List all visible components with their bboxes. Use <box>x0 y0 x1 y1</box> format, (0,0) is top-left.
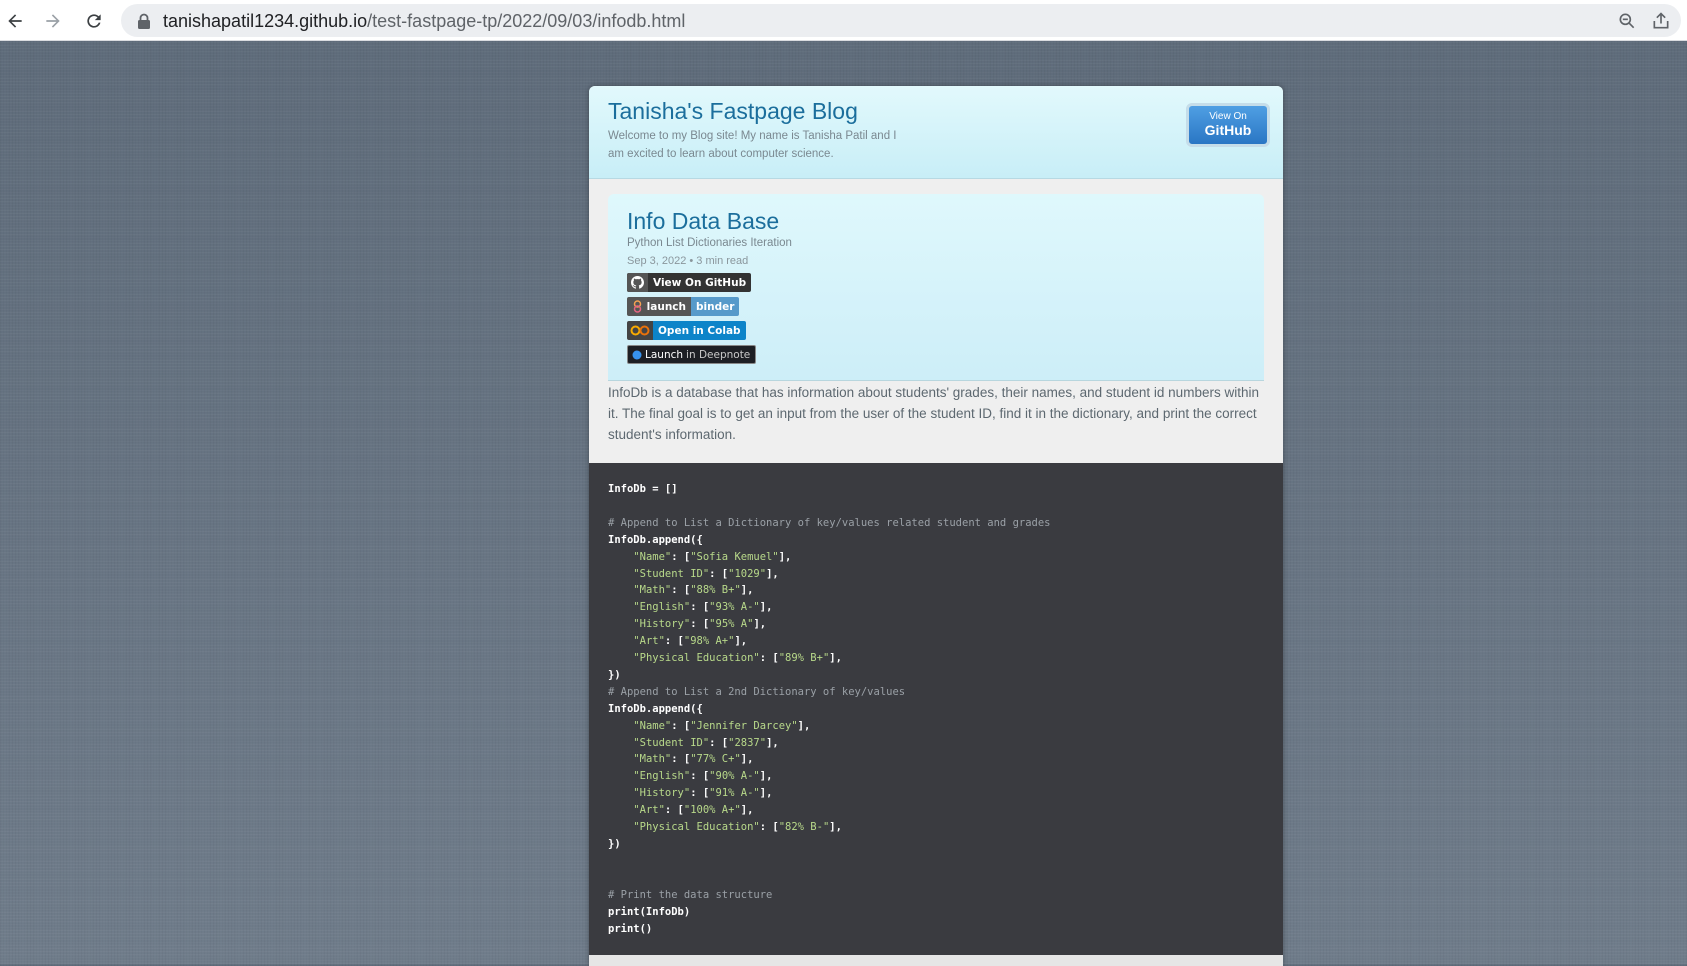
code-line: "Student ID": ["2837"], <box>633 736 779 749</box>
url-path: /test-fastpage-tp/2022/09/03/infodb.html <box>367 11 686 31</box>
github-button-small-label: View On <box>1209 111 1247 122</box>
forward-button[interactable] <box>40 8 66 34</box>
code-line: "English": ["90% A-"], <box>633 770 773 783</box>
reload-icon <box>87 14 101 28</box>
post-meta: Sep 3, 2022 • 3 min read <box>627 255 749 267</box>
colab-icon <box>627 321 653 340</box>
binder-icon <box>633 300 642 313</box>
code-line: "Student ID": ["1029"], <box>633 567 779 580</box>
lock-icon <box>138 13 150 29</box>
code-line: print(InfoDb) <box>608 905 691 918</box>
binder-left: launch <box>627 297 691 316</box>
share-icon[interactable] <box>1651 11 1671 31</box>
code-line: # Append to List a 2nd Dictionary of key… <box>608 685 906 698</box>
zoom-icon[interactable] <box>1617 11 1637 31</box>
launch-binder-badge[interactable]: launch binder <box>627 297 740 316</box>
code-line: InfoDb = [] <box>608 483 678 495</box>
page-container: Tanisha's Fastpage Blog Welcome to my Bl… <box>589 86 1283 966</box>
code-line: # Append to List a Dictionary of key/val… <box>608 516 1051 529</box>
code-line: "Math": ["77% C+"], <box>633 753 754 766</box>
code-cell: InfoDb = [] # Append to List a Dictionary… <box>589 463 1283 955</box>
code-line: }) <box>608 668 621 681</box>
code-line: InfoDb.append({ <box>608 533 703 546</box>
deepnote-left-label: Launch <box>645 348 684 361</box>
code-line: "Name": ["Jennifer Darcey"], <box>633 719 811 732</box>
site-header: Tanisha's Fastpage Blog Welcome to my Bl… <box>589 86 1283 179</box>
url-domain: tanishapatil1234.github.io <box>163 11 368 31</box>
forward-arrow-icon <box>46 14 60 28</box>
view-on-github-badge[interactable]: View On GitHub <box>627 273 752 292</box>
code-line: "Art": ["100% A+"], <box>633 804 754 817</box>
deepnote-right-label: in Deepnote <box>686 348 751 361</box>
code-line: "Art": ["98% A+"], <box>633 635 748 648</box>
code-line: "History": ["91% A-"], <box>633 787 773 800</box>
post-header: Info Data Base Python List Dictionaries … <box>608 194 1264 381</box>
open-in-colab-badge[interactable]: Open in Colab <box>627 321 746 340</box>
view-on-github-button[interactable]: View On GitHub <box>1186 103 1270 147</box>
github-icon <box>627 273 648 292</box>
site-title[interactable]: Tanisha's Fastpage Blog <box>608 98 858 125</box>
code-content: InfoDb = [] # Append to List a Dictionary… <box>608 481 1051 937</box>
output-divider <box>589 955 1283 966</box>
colab-badge-label: Open in Colab <box>653 321 746 340</box>
code-line: "English": ["93% A-"], <box>633 601 773 614</box>
github-button-big-label: GitHub <box>1204 122 1252 138</box>
site-description: Welcome to my Blog site! My name is Tani… <box>608 130 897 160</box>
launch-in-deepnote-badge[interactable]: Launch in Deepnote <box>627 345 757 364</box>
github-badge-label: View On GitHub <box>653 276 747 289</box>
code-line: print() <box>608 922 653 935</box>
code-line: "History": ["95% A"], <box>633 618 767 631</box>
code-line: # Print the data structure <box>608 888 773 901</box>
url-text: tanishapatil1234.github.io/test-fastpage… <box>163 11 685 32</box>
back-arrow-icon <box>8 14 22 28</box>
code-line: }) <box>608 838 621 851</box>
deepnote-icon <box>628 346 645 363</box>
back-button[interactable] <box>2 8 28 34</box>
binder-left-label: launch <box>646 300 686 313</box>
browser-toolbar: tanishapatil1234.github.io/test-fastpage… <box>0 0 1687 41</box>
post-description: Python List Dictionaries Iteration <box>627 237 792 249</box>
code-line: "Physical Education": ["82% B-"], <box>633 821 842 834</box>
post-intro: InfoDb is a database that has informatio… <box>608 385 1259 442</box>
code-line: InfoDb.append({ <box>608 702 703 715</box>
binder-right-label: binder <box>691 297 740 316</box>
post-title: Info Data Base <box>627 208 780 234</box>
code-line: "Physical Education": ["89% B+"], <box>633 652 842 665</box>
code-line: "Name": ["Sofia Kemuel"], <box>633 550 792 563</box>
reload-button[interactable] <box>81 8 107 34</box>
code-line: "Math": ["88% B+"], <box>633 584 754 597</box>
address-bar[interactable]: tanishapatil1234.github.io/test-fastpage… <box>121 4 1681 37</box>
